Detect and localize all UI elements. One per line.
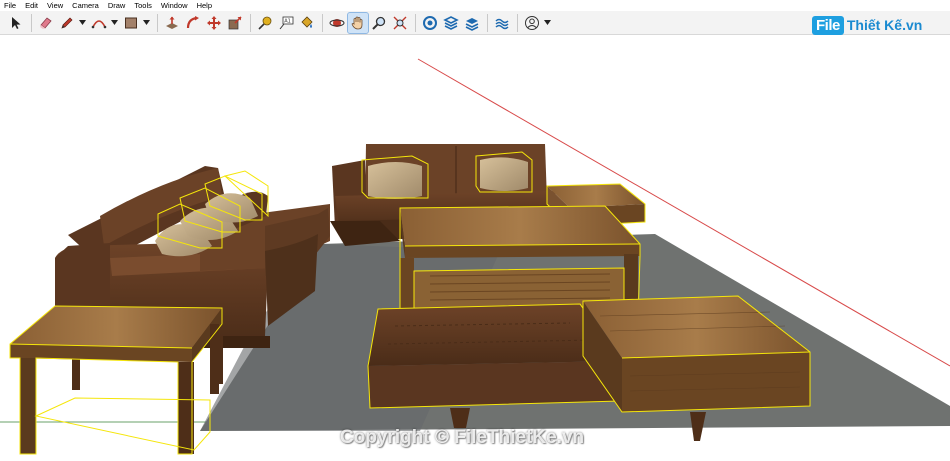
pillow [368,162,422,199]
chevron-down-icon [543,20,551,25]
chevron-down-icon [78,20,86,25]
account-button[interactable] [522,13,542,33]
toolbar-separator [31,13,32,32]
shape-tool-dropdown[interactable] [142,13,150,33]
svg-text:A1: A1 [284,18,291,24]
toolbar-separator [157,13,158,32]
move-icon [207,15,221,30]
line-tool-dropdown[interactable] [78,13,86,33]
user-icon [525,15,539,30]
follow-me-icon [186,15,199,28]
extension-icon [443,15,459,30]
orbit-icon [329,18,345,27]
toolbar-separator [517,13,518,32]
sandbox-tool-button[interactable] [492,13,512,33]
brand-logo: File Thiết Kế.vn [812,12,922,38]
arc-icon [91,19,107,28]
text-tool-button[interactable]: A1 [276,13,296,33]
scale-icon [228,15,242,29]
rectangle-icon [125,17,137,28]
logo-file-badge: File [812,15,844,35]
eraser-tool-button[interactable] [36,13,56,33]
menu-view[interactable]: View [47,0,63,11]
toolbar-separator [415,13,416,32]
chevron-down-icon [110,20,118,25]
menu-window[interactable]: Window [161,0,188,11]
zoom-extents-icon [393,16,407,29]
scene-drawing [0,58,950,455]
tape-measure-tool-button[interactable] [255,13,275,33]
account-dropdown[interactable] [543,13,551,33]
select-tool-button[interactable] [6,13,26,33]
scale-tool-button[interactable] [225,13,245,33]
pan-tool-button[interactable] [347,11,369,34]
menu-tools[interactable]: Tools [134,0,152,11]
tape-measure-icon [258,16,272,30]
pencil-icon [61,17,73,29]
toolbar-separator [250,13,251,32]
menu-draw[interactable]: Draw [108,0,126,11]
paint-bucket-tool-button[interactable] [297,13,317,33]
model-viewport[interactable] [0,36,950,461]
menu-camera[interactable]: Camera [72,0,99,11]
arc-tool-button[interactable] [89,13,109,33]
shape-tool-button[interactable] [121,13,141,33]
paint-bucket-icon [301,15,313,28]
menu-bar: File Edit View Camera Draw Tools Window … [0,0,950,11]
layers-icon [465,17,479,31]
chevron-down-icon [142,20,150,25]
logo-text: Thiết Kế.vn [846,17,923,33]
text-icon: A1 [279,16,294,29]
zoom-tool-button[interactable] [369,13,389,33]
magnifier-icon [372,16,386,30]
front-side-table [9,305,223,455]
orbit-tool-button[interactable] [327,13,347,33]
toolbar-separator [487,13,488,32]
push-pull-tool-button[interactable] [162,13,182,33]
sandbox-icon [495,18,509,29]
copyright-watermark: Copyright © FileThietKe.vn [340,427,585,448]
hand-icon [351,16,363,29]
eraser-icon [40,16,52,29]
extension-tool-button[interactable] [441,13,461,33]
arc-tool-dropdown[interactable] [110,13,118,33]
line-tool-button[interactable] [57,13,77,33]
pillow [480,157,528,191]
toolbar-separator [322,13,323,32]
zoom-extents-tool-button[interactable] [390,13,410,33]
menu-edit[interactable]: Edit [25,0,38,11]
layer-tool-button[interactable] [462,13,482,33]
menu-help[interactable]: Help [197,0,212,11]
move-tool-button[interactable] [204,13,224,33]
main-toolbar: A1 [0,11,950,35]
warehouse-icon [423,15,437,30]
push-pull-icon [166,16,178,29]
arrow-cursor-icon [12,16,21,29]
follow-me-tool-button[interactable] [183,13,203,33]
menu-file[interactable]: File [4,0,16,11]
ottoman [367,303,621,409]
warehouse-tool-button[interactable] [420,13,440,33]
